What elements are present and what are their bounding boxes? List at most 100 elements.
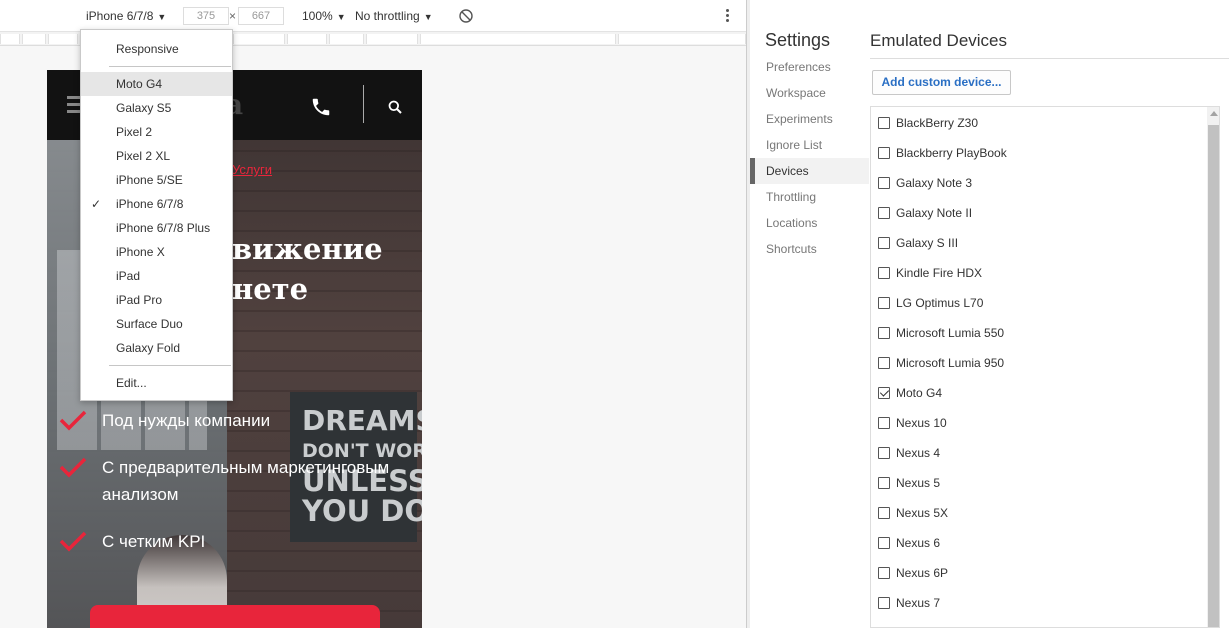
device-list-item[interactable]: Nexus 7 bbox=[878, 593, 940, 613]
device-list-item[interactable]: BlackBerry Z30 bbox=[878, 113, 978, 133]
rotate-icon[interactable] bbox=[458, 8, 474, 27]
menu-item-device[interactable]: iPhone 5/SE bbox=[81, 168, 232, 192]
nav-ignore-list[interactable]: Ignore List bbox=[750, 132, 869, 158]
checklist-text: Под нужды компании bbox=[102, 411, 271, 430]
nav-locations[interactable]: Locations bbox=[750, 210, 869, 236]
more-options-icon[interactable] bbox=[722, 7, 732, 25]
device-checkbox[interactable] bbox=[878, 356, 890, 369]
device-name: Galaxy S III bbox=[896, 236, 959, 250]
caret-down-icon: ▼ bbox=[423, 12, 433, 22]
width-input[interactable]: 375 bbox=[183, 7, 229, 25]
menu-item-device[interactable]: iPad Pro bbox=[81, 288, 232, 312]
device-toolbar: iPhone 6/7/8 ▼ 375 × 667 100% ▼ No throttl… bbox=[0, 0, 746, 32]
device-name: Galaxy Note 3 bbox=[896, 176, 973, 190]
settings-panel: Settings Preferences Workspace Experimen… bbox=[750, 0, 1229, 628]
device-checkbox[interactable] bbox=[878, 176, 890, 189]
device-select[interactable]: iPhone 6/7/8 ▼ bbox=[86, 9, 166, 23]
checkmark-icon: ✓ bbox=[91, 197, 102, 211]
add-custom-device-button[interactable]: Add custom device... bbox=[872, 70, 1011, 95]
scrollbar[interactable] bbox=[1207, 107, 1219, 627]
checkmark-icon bbox=[59, 457, 87, 478]
device-list-item[interactable]: Galaxy Note II bbox=[878, 203, 972, 223]
nav-workspace[interactable]: Workspace bbox=[750, 80, 869, 106]
nav-throttling[interactable]: Throttling bbox=[750, 184, 869, 210]
device-checkbox[interactable] bbox=[878, 386, 890, 399]
scrollbar-thumb[interactable] bbox=[1208, 125, 1219, 627]
scroll-up-arrow-icon[interactable] bbox=[1210, 111, 1218, 116]
device-list-item[interactable]: Nexus 5 bbox=[878, 473, 940, 493]
menu-item-label: iPhone 6/7/8 bbox=[116, 197, 184, 211]
nav-devices[interactable]: Devices bbox=[750, 158, 869, 184]
ruler-segment[interactable] bbox=[233, 34, 285, 44]
height-input[interactable]: 667 bbox=[238, 7, 284, 25]
device-list-item[interactable]: Microsoft Lumia 550 bbox=[878, 323, 1004, 343]
checkmark-icon bbox=[59, 410, 87, 431]
section-divider bbox=[870, 58, 1229, 59]
ruler-segment[interactable] bbox=[48, 34, 78, 44]
ruler-segment[interactable] bbox=[420, 34, 616, 44]
menu-item-responsive[interactable]: Responsive bbox=[81, 37, 232, 61]
hero-title-line2: нете bbox=[232, 272, 309, 306]
menu-item-device[interactable]: Pixel 2 bbox=[81, 120, 232, 144]
device-checkbox[interactable] bbox=[878, 476, 890, 489]
device-list-item[interactable]: Nexus 4 bbox=[878, 443, 940, 463]
device-checkbox[interactable] bbox=[878, 536, 890, 549]
menu-item-device[interactable]: Moto G4 bbox=[81, 72, 232, 96]
menu-item-device[interactable]: Galaxy S5 bbox=[81, 96, 232, 120]
ruler-segment[interactable] bbox=[366, 34, 418, 44]
device-name: Kindle Fire HDX bbox=[896, 266, 983, 280]
device-checkbox[interactable] bbox=[878, 506, 890, 519]
throttling-select[interactable]: No throttling ▼ bbox=[355, 9, 433, 23]
device-list-item[interactable]: Nexus 5X bbox=[878, 503, 948, 523]
ruler-segment[interactable] bbox=[329, 34, 364, 44]
menu-item-device[interactable]: iPad bbox=[81, 264, 232, 288]
device-list-item[interactable]: Moto G4 bbox=[878, 383, 942, 403]
device-dropdown-menu: Responsive Moto G4 Galaxy S5 Pixel 2 Pix… bbox=[80, 29, 233, 401]
device-checkbox[interactable] bbox=[878, 146, 890, 159]
nav-preferences[interactable]: Preferences bbox=[750, 54, 869, 80]
phone-icon[interactable] bbox=[310, 96, 332, 121]
device-checkbox[interactable] bbox=[878, 236, 890, 249]
device-list-item[interactable]: Galaxy Note 3 bbox=[878, 173, 972, 193]
ruler-segment[interactable] bbox=[618, 34, 746, 44]
device-name: Microsoft Lumia 950 bbox=[896, 356, 1005, 370]
menu-item-device[interactable]: Surface Duo bbox=[81, 312, 232, 336]
device-checkbox[interactable] bbox=[878, 206, 890, 219]
device-list-item[interactable]: Nexus 6 bbox=[878, 533, 940, 553]
device-checkbox[interactable] bbox=[878, 416, 890, 429]
breadcrumb-link[interactable]: Услуги bbox=[232, 162, 272, 177]
device-list-item[interactable]: Nexus 6P bbox=[878, 563, 948, 583]
menu-item-device[interactable]: iPhone X bbox=[81, 240, 232, 264]
ruler-segment[interactable] bbox=[22, 34, 46, 44]
device-checkbox[interactable] bbox=[878, 326, 890, 339]
device-list-item[interactable]: Blackberry PlayBook bbox=[878, 143, 1007, 163]
checklist-item: С четким KPI bbox=[59, 528, 419, 555]
zoom-select[interactable]: 100% ▼ bbox=[302, 9, 346, 23]
device-list-item[interactable]: Nexus 10 bbox=[878, 413, 947, 433]
menu-item-device[interactable]: Galaxy Fold bbox=[81, 336, 232, 360]
device-checkbox[interactable] bbox=[878, 296, 890, 309]
menu-item-device[interactable]: Pixel 2 XL bbox=[81, 144, 232, 168]
device-checkbox[interactable] bbox=[878, 596, 890, 609]
caret-down-icon: ▼ bbox=[336, 12, 346, 22]
device-checkbox[interactable] bbox=[878, 116, 890, 129]
device-list-item[interactable]: Kindle Fire HDX bbox=[878, 263, 982, 283]
device-list-item[interactable]: Galaxy S III bbox=[878, 233, 958, 253]
menu-item-device-selected[interactable]: ✓ iPhone 6/7/8 bbox=[81, 192, 232, 216]
ruler-segment[interactable] bbox=[0, 34, 20, 44]
device-list-item[interactable]: Microsoft Lumia 950 bbox=[878, 353, 1004, 373]
device-list-item[interactable]: LG Optimus L70 bbox=[878, 293, 983, 313]
nav-shortcuts[interactable]: Shortcuts bbox=[750, 236, 869, 262]
search-icon[interactable] bbox=[388, 100, 402, 117]
menu-item-device[interactable]: iPhone 6/7/8 Plus bbox=[81, 216, 232, 240]
ruler-segment[interactable] bbox=[287, 34, 327, 44]
cta-button[interactable] bbox=[90, 605, 380, 628]
device-name: Nexus 5X bbox=[896, 506, 949, 520]
device-name: Moto G4 bbox=[896, 386, 943, 400]
device-checkbox[interactable] bbox=[878, 266, 890, 279]
menu-item-edit[interactable]: Edit... bbox=[81, 371, 232, 395]
device-name: Blackberry PlayBook bbox=[896, 146, 1007, 160]
nav-experiments[interactable]: Experiments bbox=[750, 106, 869, 132]
device-checkbox[interactable] bbox=[878, 566, 890, 579]
device-checkbox[interactable] bbox=[878, 446, 890, 459]
